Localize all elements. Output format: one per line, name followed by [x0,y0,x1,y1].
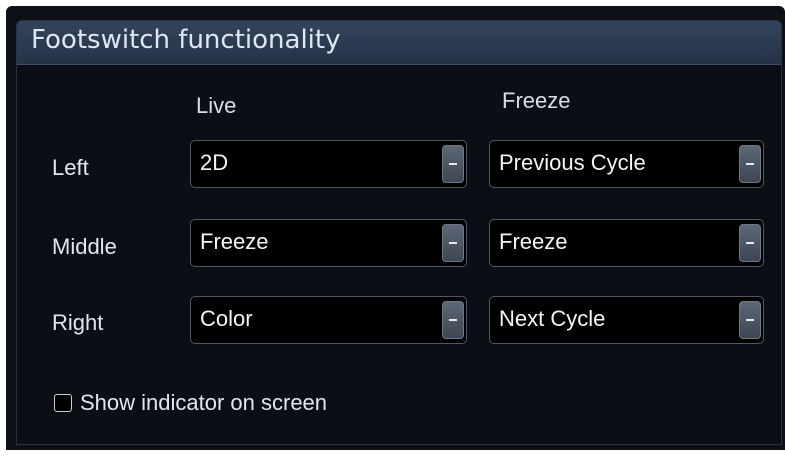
chevron-down-icon[interactable] [739,145,761,183]
left-live-dropdown[interactable]: 2D [190,140,467,188]
show-indicator-checkbox[interactable] [54,394,72,412]
dropdown-value: Previous Cycle [499,150,646,175]
chevron-down-icon[interactable] [442,301,464,339]
dropdown-value: Next Cycle [499,306,606,331]
panel-header: Footswitch functionality [17,21,781,65]
chevron-down-icon[interactable] [739,301,761,339]
middle-freeze-dropdown[interactable]: Freeze [489,219,764,267]
chevron-down-icon[interactable] [442,145,464,183]
right-freeze-dropdown[interactable]: Next Cycle [489,296,764,344]
middle-live-dropdown[interactable]: Freeze [190,219,467,267]
chevron-down-icon[interactable] [442,224,464,262]
row-label-middle: Middle [52,234,117,259]
dropdown-value: Freeze [200,229,269,254]
panel-title: Footswitch functionality [31,25,341,55]
dropdown-value: Color [200,306,253,331]
column-header-freeze: Freeze [502,88,571,113]
chevron-down-icon[interactable] [739,224,761,262]
dropdown-value: Freeze [499,229,568,254]
dropdown-value: 2D [200,150,229,175]
left-freeze-dropdown[interactable]: Previous Cycle [489,140,764,188]
row-label-right: Right [52,310,104,335]
column-header-live: Live [196,93,237,118]
right-live-dropdown[interactable]: Color [190,296,467,344]
show-indicator-label[interactable]: Show indicator on screen [80,390,327,416]
row-label-left: Left [52,155,89,180]
